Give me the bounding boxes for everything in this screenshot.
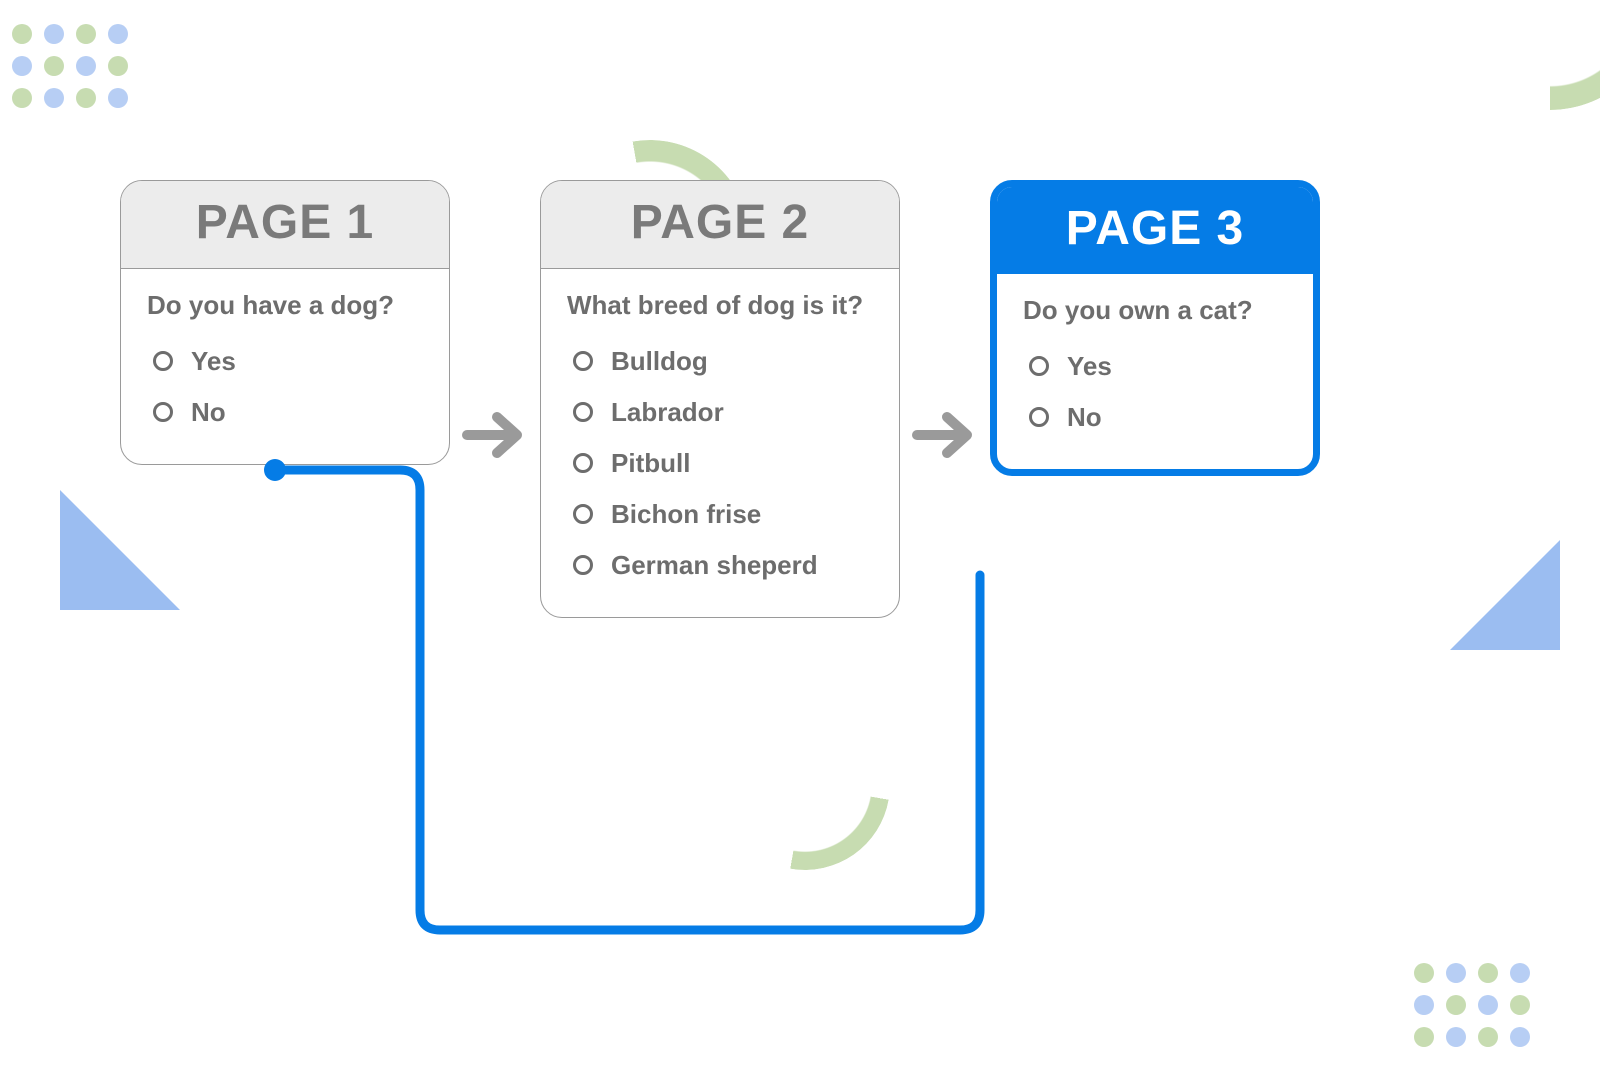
radio-icon bbox=[573, 453, 593, 473]
radio-icon bbox=[1029, 407, 1049, 427]
option-label: Yes bbox=[191, 346, 236, 377]
option-label: Pitbull bbox=[611, 448, 690, 479]
options-list: Yes No bbox=[147, 336, 423, 438]
page-body: What breed of dog is it? Bulldog Labrado… bbox=[541, 269, 899, 617]
page-title: PAGE 2 bbox=[541, 181, 899, 269]
options-list: Bulldog Labrador Pitbull Bichon frise Ge… bbox=[567, 336, 873, 591]
radio-icon bbox=[153, 351, 173, 371]
survey-page-card-2: PAGE 2 What breed of dog is it? Bulldog … bbox=[540, 180, 900, 618]
radio-icon bbox=[573, 504, 593, 524]
option-item: German sheperd bbox=[567, 540, 873, 591]
diagram-stage: PAGE 1 Do you have a dog? Yes No PAGE 2 … bbox=[0, 0, 1600, 1067]
option-item: Bulldog bbox=[567, 336, 873, 387]
radio-icon bbox=[1029, 356, 1049, 376]
radio-icon bbox=[153, 402, 173, 422]
survey-page-card-1: PAGE 1 Do you have a dog? Yes No bbox=[120, 180, 450, 465]
page-body: Do you own a cat? Yes No bbox=[997, 274, 1313, 469]
question-text: Do you have a dog? bbox=[147, 289, 423, 322]
radio-icon bbox=[573, 351, 593, 371]
option-item: Bichon frise bbox=[567, 489, 873, 540]
options-list: Yes No bbox=[1023, 341, 1287, 443]
option-label: Bichon frise bbox=[611, 499, 761, 530]
option-label: Labrador bbox=[611, 397, 724, 428]
page-title: PAGE 1 bbox=[121, 181, 449, 269]
survey-page-card-3: PAGE 3 Do you own a cat? Yes No bbox=[990, 180, 1320, 476]
page-body: Do you have a dog? Yes No bbox=[121, 269, 449, 464]
option-item: Labrador bbox=[567, 387, 873, 438]
option-item: Yes bbox=[1023, 341, 1287, 392]
option-label: Yes bbox=[1067, 351, 1112, 382]
option-label: German sheperd bbox=[611, 550, 818, 581]
question-text: Do you own a cat? bbox=[1023, 294, 1287, 327]
arrow-right-icon bbox=[462, 405, 532, 465]
radio-icon bbox=[573, 402, 593, 422]
question-text: What breed of dog is it? bbox=[567, 289, 873, 322]
option-item: No bbox=[1023, 392, 1287, 443]
arrow-right-icon bbox=[912, 405, 982, 465]
page-title: PAGE 3 bbox=[997, 187, 1313, 274]
radio-icon bbox=[573, 555, 593, 575]
option-label: No bbox=[1067, 402, 1102, 433]
option-item: Pitbull bbox=[567, 438, 873, 489]
option-item: No bbox=[147, 387, 423, 438]
option-label: No bbox=[191, 397, 226, 428]
option-item: Yes bbox=[147, 336, 423, 387]
option-label: Bulldog bbox=[611, 346, 708, 377]
